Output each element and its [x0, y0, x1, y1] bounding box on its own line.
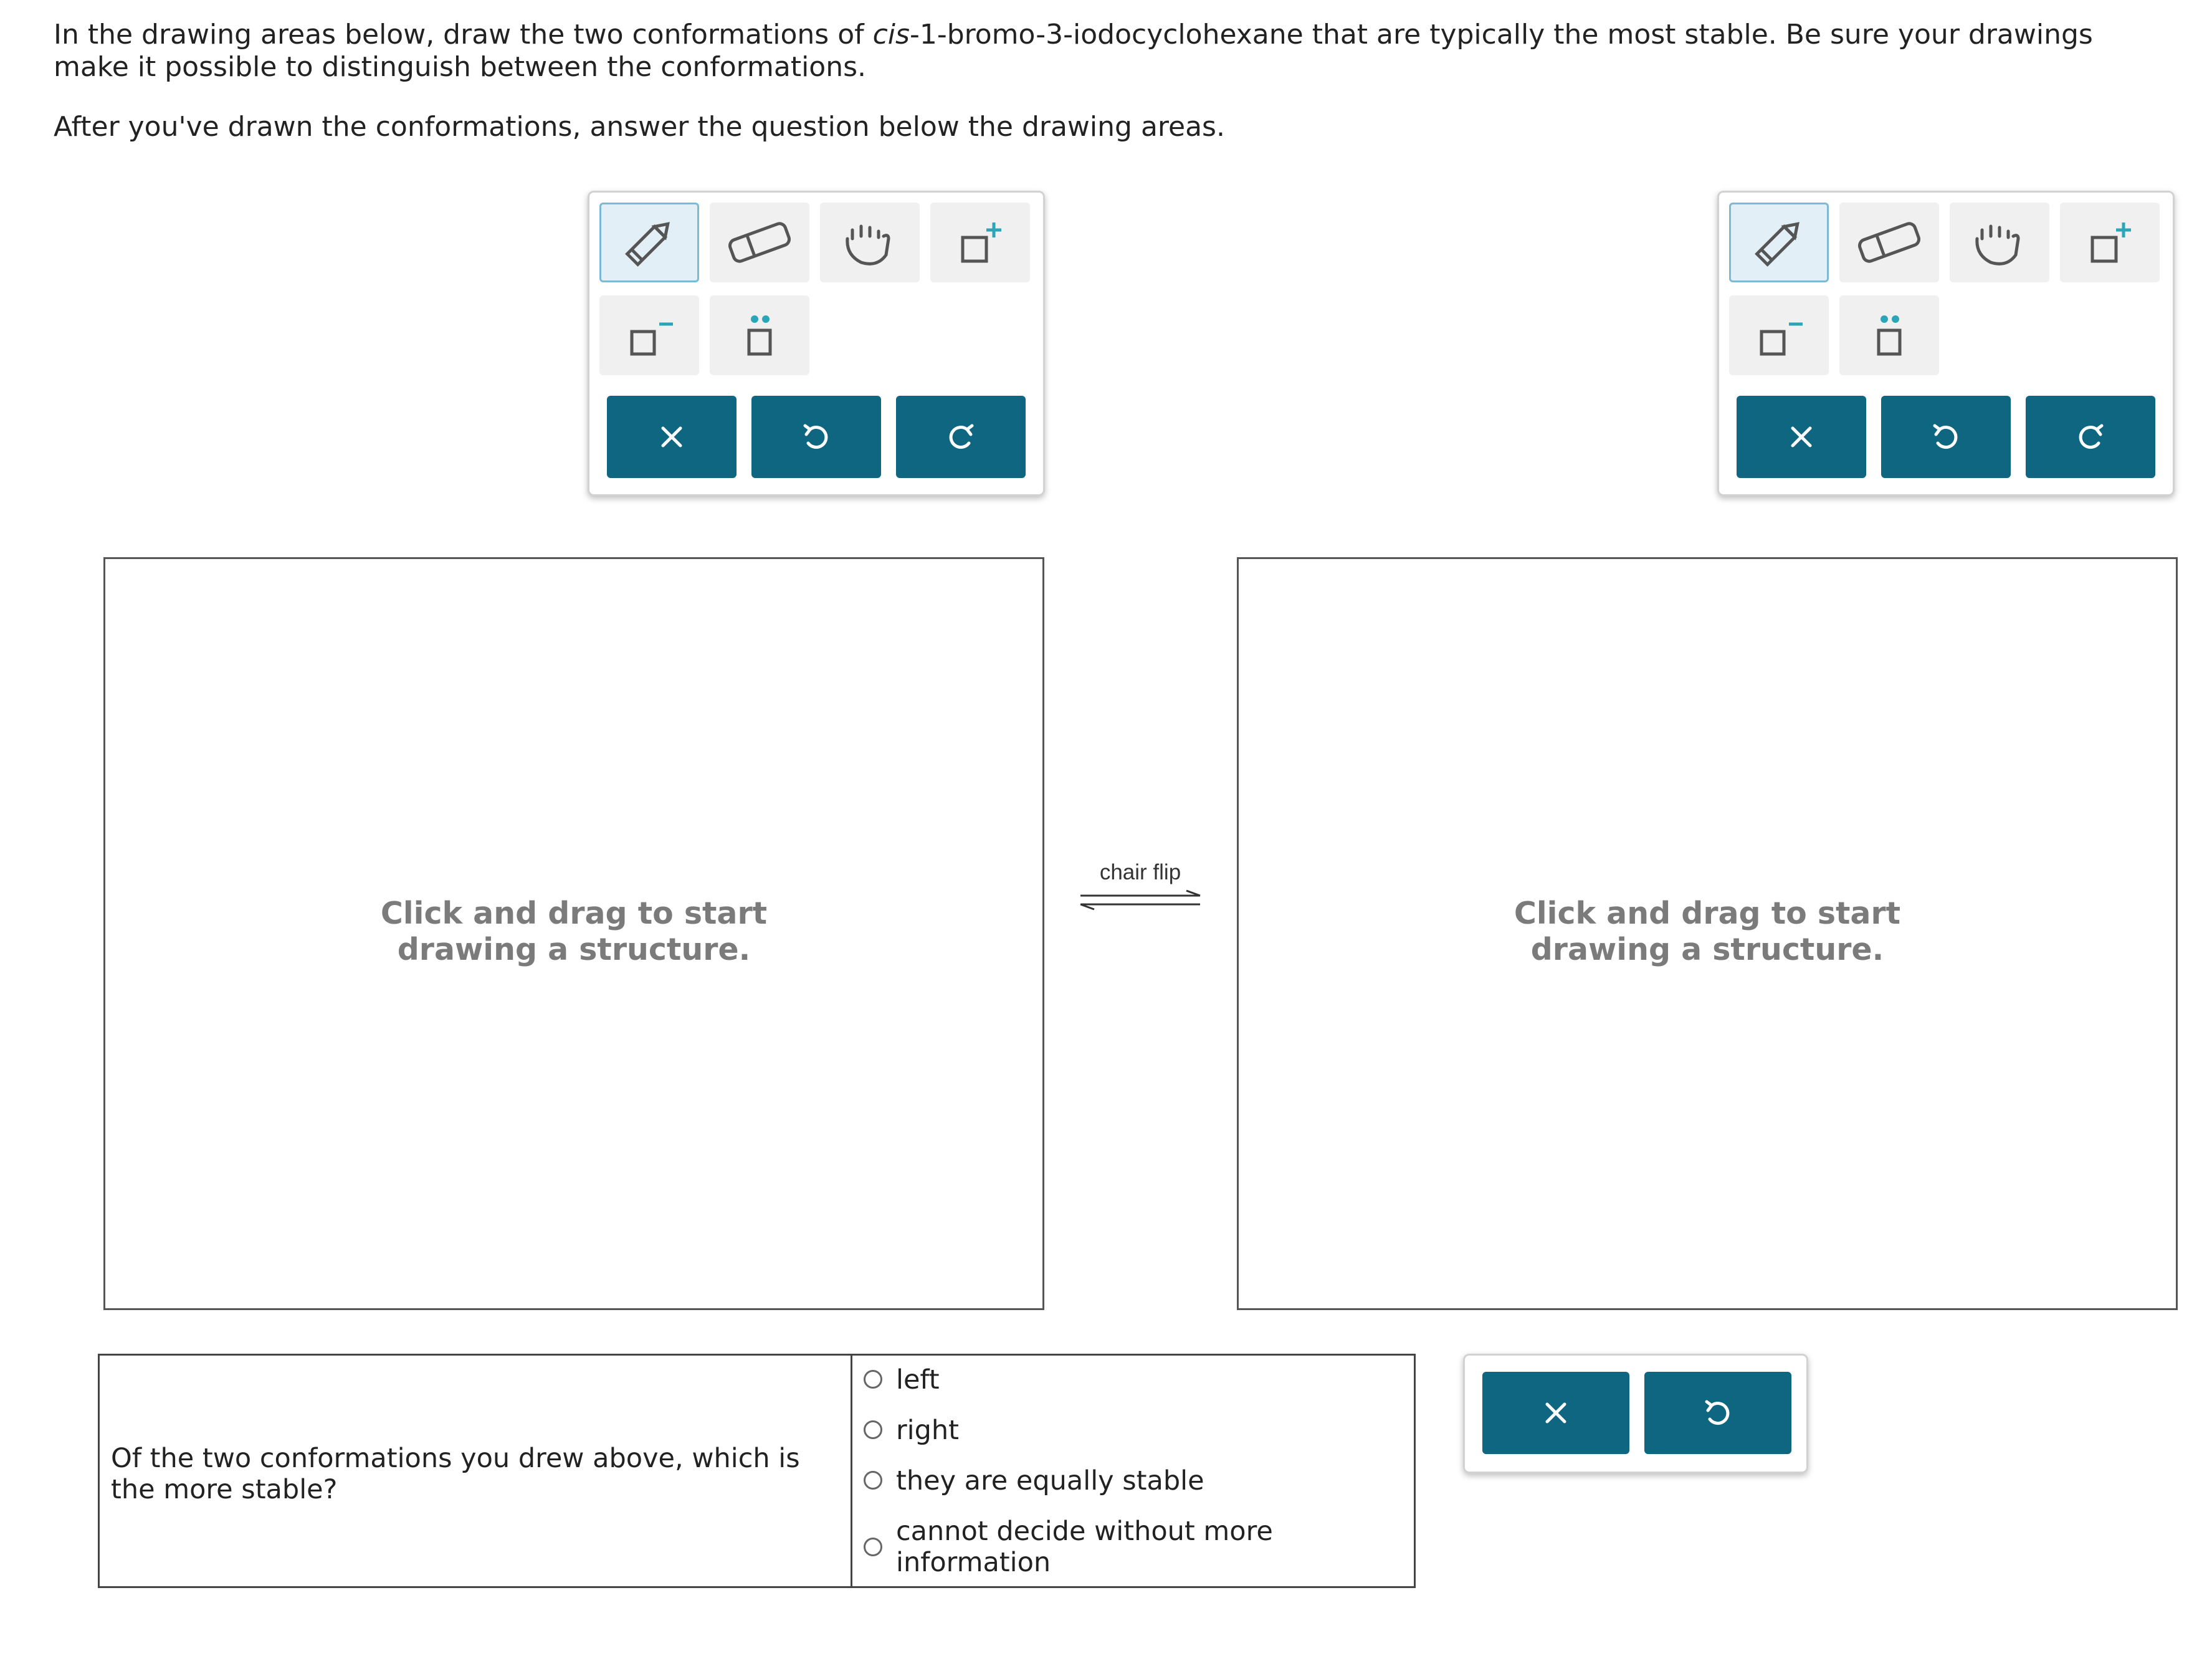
lone-pair-icon	[1877, 315, 1902, 356]
option-cannot-decide[interactable]: cannot decide without more information	[864, 1516, 1295, 1578]
compound-prefix: cis	[872, 19, 910, 50]
option-label: cannot decide without more information	[896, 1516, 1273, 1578]
option-label: right	[896, 1415, 960, 1446]
radio-right[interactable]	[864, 1420, 882, 1439]
right-drawing-canvas[interactable]: Click and drag to start drawing a struct…	[1237, 557, 2178, 1310]
add-charge-icon	[2090, 223, 2131, 263]
option-label: left	[896, 1364, 940, 1395]
clear-answer-button[interactable]	[1482, 1372, 1629, 1454]
remove-charge-tool[interactable]	[599, 295, 699, 375]
add-charge-tool[interactable]	[2060, 203, 2160, 282]
clear-button[interactable]	[1737, 396, 1866, 478]
redo-button[interactable]	[2026, 396, 2155, 478]
option-right[interactable]: right	[864, 1415, 959, 1446]
radio-cannot-decide[interactable]	[864, 1538, 882, 1556]
pencil-icon	[625, 222, 670, 267]
option-label: they are equally stable	[896, 1465, 1204, 1496]
instructions-followup: After you've drawn the conformations, an…	[54, 111, 1225, 143]
hint-line-2: drawing a structure.	[1530, 932, 1884, 967]
undo-answer-button[interactable]	[1644, 1372, 1791, 1454]
eraser-icon	[728, 222, 791, 263]
remove-charge-tool[interactable]	[1729, 295, 1829, 375]
hint-line-1: Click and drag to start	[380, 896, 768, 931]
pencil-tool[interactable]	[1729, 203, 1829, 282]
answer-actions	[1463, 1354, 1808, 1473]
option-left[interactable]: left	[864, 1364, 940, 1395]
right-toolbox	[1717, 191, 2175, 496]
hand-icon	[846, 224, 890, 266]
undo-icon	[803, 424, 828, 449]
lone-pair-icon	[747, 315, 772, 356]
canvas-hint: Click and drag to start drawing a struct…	[1239, 896, 2176, 968]
hand-tool[interactable]	[1950, 203, 2049, 282]
question-prompt: Of the two conformations you drew above,…	[111, 1443, 800, 1505]
eraser-icon	[1857, 222, 1921, 263]
clear-button[interactable]	[607, 396, 737, 478]
undo-icon	[1933, 424, 1958, 449]
chair-flip-label: chair flip	[1099, 860, 1181, 884]
hint-line-1: Click and drag to start	[1514, 896, 1901, 931]
instructions-text: In the drawing areas below, draw the two…	[54, 19, 873, 50]
pencil-icon	[1755, 222, 1800, 267]
radio-equally-stable[interactable]	[864, 1471, 882, 1490]
pencil-tool[interactable]	[599, 203, 699, 282]
redo-icon	[2079, 424, 2104, 449]
left-toolbox	[588, 191, 1045, 496]
instructions-paragraph: In the drawing areas below, draw the two…	[54, 19, 2160, 84]
remove-charge-icon	[1760, 322, 1803, 356]
question-prompt-cell: Of the two conformations you drew above,…	[100, 1356, 852, 1586]
x-icon	[1791, 426, 1812, 448]
x-icon	[1545, 1402, 1566, 1424]
undo-button[interactable]	[1881, 396, 2011, 478]
redo-button[interactable]	[896, 396, 1026, 478]
eraser-tool[interactable]	[1839, 203, 1939, 282]
redo-icon	[949, 424, 974, 449]
option-equally-stable[interactable]: they are equally stable	[864, 1465, 1204, 1496]
add-charge-tool[interactable]	[930, 203, 1030, 282]
stability-question: Of the two conformations you drew above,…	[98, 1354, 1416, 1588]
undo-icon	[1705, 1400, 1730, 1425]
equilibrium-arrows-icon	[1080, 889, 1201, 911]
hand-tool[interactable]	[820, 203, 920, 282]
hand-icon	[1975, 224, 2020, 266]
undo-button[interactable]	[751, 396, 881, 478]
canvas-hint: Click and drag to start drawing a struct…	[105, 896, 1042, 968]
remove-charge-icon	[630, 322, 673, 356]
radio-left[interactable]	[864, 1370, 882, 1389]
lone-pair-tool[interactable]	[1839, 295, 1939, 375]
options-cell: left right they are equally stable canno…	[852, 1356, 1416, 1586]
lone-pair-tool[interactable]	[710, 295, 809, 375]
add-charge-icon	[961, 223, 1001, 263]
hint-line-2: drawing a structure.	[397, 932, 751, 967]
eraser-tool[interactable]	[710, 203, 809, 282]
x-icon	[661, 426, 682, 448]
left-drawing-canvas[interactable]: Click and drag to start drawing a struct…	[103, 557, 1044, 1310]
